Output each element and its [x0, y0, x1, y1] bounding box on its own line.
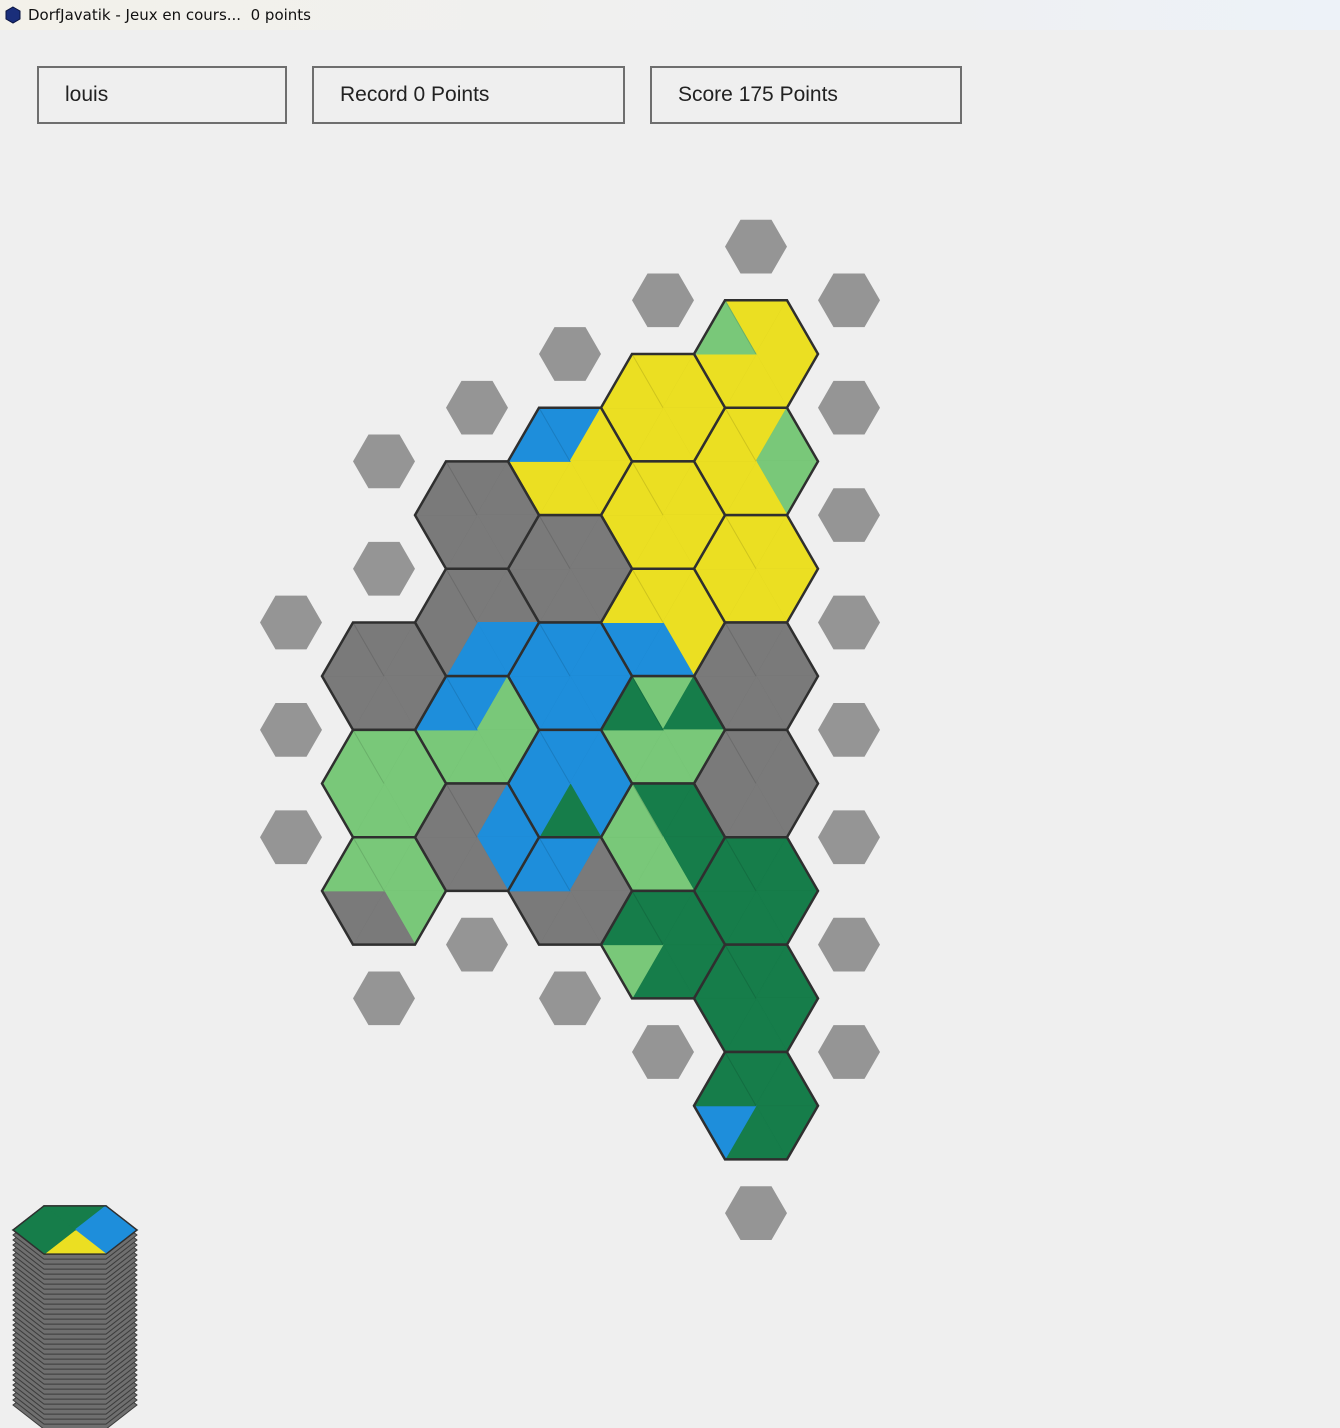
- tile-stack[interactable]: [0, 0, 1340, 1428]
